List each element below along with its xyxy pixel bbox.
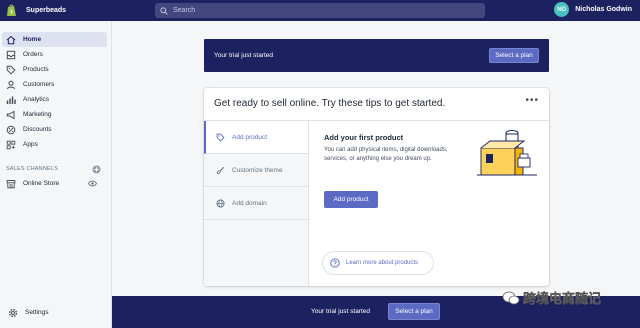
select-plan-button[interactable]: Select a plan (388, 303, 440, 320)
trial-banner: Your trial just started Select a plan (204, 39, 549, 72)
watermark-text: 跨境电商随记 (523, 292, 602, 307)
tag-icon (216, 133, 225, 142)
eye-icon[interactable] (88, 180, 97, 187)
store-icon (6, 179, 16, 188)
search-placeholder: Search (173, 7, 196, 14)
sales-channels-title: SALES CHANNELS (6, 166, 59, 172)
tip-tabs: Add product Customize theme Add domain (204, 121, 309, 286)
sidebar-item-label: Customers (23, 81, 55, 88)
sales-channels-header: SALES CHANNELS (0, 162, 111, 176)
tab-add-domain[interactable]: Add domain (204, 187, 308, 220)
sidebar-item-products[interactable]: Products (2, 62, 107, 77)
avatar: NG (554, 2, 570, 17)
product-illustration-icon (477, 130, 537, 176)
get-started-card: Get ready to sell online. Try these tips… (204, 88, 549, 286)
sidebar: Home Orders Products Customers Analytics… (0, 21, 112, 328)
sidebar-item-analytics[interactable]: Analytics (2, 92, 107, 107)
sidebar-item-apps[interactable]: Apps (2, 137, 107, 152)
sidebar-item-label: Discounts (23, 126, 52, 133)
sidebar-item-label: Marketing (23, 111, 52, 118)
tab-add-product[interactable]: Add product (204, 121, 308, 154)
add-product-button[interactable]: Add product (324, 191, 378, 208)
wechat-icon (502, 291, 520, 304)
top-bar: Superbeads Search NG Nicholas Godwin (0, 0, 640, 21)
trial-text: Your trial just started (214, 52, 274, 59)
marketing-icon (6, 110, 15, 119)
sidebar-item-marketing[interactable]: Marketing (2, 107, 107, 122)
learn-more-text: Learn more about products (346, 260, 419, 266)
sidebar-item-label: Home (23, 36, 42, 43)
shopify-logo-icon (7, 4, 16, 16)
brush-icon (216, 166, 225, 174)
tab-label: Add product (232, 133, 268, 141)
tip-panel: Add your first product You can add physi… (324, 130, 544, 208)
sidebar-item-discounts[interactable]: Discounts (2, 122, 107, 137)
trial-text: Your trial just started (311, 308, 371, 315)
gear-icon (8, 308, 18, 317)
sidebar-item-label: Online Store (23, 180, 60, 187)
sidebar-item-customers[interactable]: Customers (2, 77, 107, 92)
search-input[interactable]: Search (155, 3, 485, 18)
panel-description: You can add physical items, digital down… (324, 147, 448, 162)
orders-icon (6, 50, 16, 59)
search-icon (160, 6, 168, 15)
sidebar-item-label: Orders (23, 51, 43, 58)
sidebar-item-settings[interactable]: Settings (4, 305, 110, 320)
customers-icon (7, 80, 15, 89)
tab-label: Add domain (232, 199, 267, 207)
select-plan-button[interactable]: Select a plan (489, 48, 539, 63)
tab-customize-theme[interactable]: Customize theme (204, 154, 308, 187)
apps-icon (6, 140, 16, 149)
user-menu[interactable]: NG Nicholas Godwin (554, 2, 632, 17)
analytics-icon (6, 96, 16, 104)
help-circle-icon (330, 258, 340, 268)
user-name: Nicholas Godwin (575, 6, 632, 13)
sidebar-item-label: Products (23, 66, 49, 73)
card-title: Get ready to sell online. Try these tips… (214, 98, 446, 109)
watermark: 跨境电商随记 (502, 288, 601, 307)
more-actions-icon[interactable]: ••• (525, 96, 539, 106)
sidebar-item-home[interactable]: Home (2, 32, 107, 47)
sidebar-item-orders[interactable]: Orders (2, 47, 107, 62)
discounts-icon (6, 125, 16, 134)
sidebar-item-online-store[interactable]: Online Store (2, 176, 107, 191)
store-switcher[interactable]: Superbeads (0, 4, 150, 17)
tag-icon (6, 65, 16, 75)
learn-more-link[interactable]: Learn more about products (322, 251, 434, 275)
store-name: Superbeads (26, 7, 67, 14)
sidebar-item-label: Settings (25, 309, 49, 316)
sidebar-item-label: Analytics (23, 96, 50, 103)
globe-icon (216, 198, 225, 208)
add-channel-icon[interactable] (92, 165, 101, 174)
home-icon (6, 35, 16, 44)
tab-label: Customize theme (232, 166, 283, 174)
sidebar-item-label: Apps (23, 141, 38, 148)
